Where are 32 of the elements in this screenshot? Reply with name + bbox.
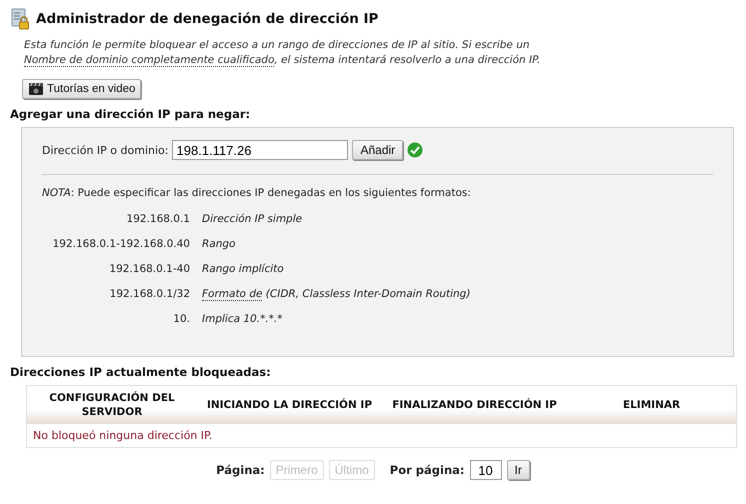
column-header: CONFIGURACIÓN DEL SERVIDOR: [48, 391, 176, 419]
column-header: INICIANDO LA DIRECCIÓN IP: [206, 398, 374, 412]
go-button[interactable]: Ir: [506, 460, 530, 480]
description-text: Esta función le permite bloquear el acceso a un rango de direcciones de IP al sitio. Si escribe un Nombre de dominio completamente cualificado, el sistema intentará resolverlo a una dirección IP.: [24, 38, 542, 68]
format-example: 192.168.0.1-40: [108, 262, 190, 277]
note-text: NOTA: Puede especificar las direcciones IP denegadas en los siguientes formatos:: [42, 187, 472, 199]
add-button[interactable]: Añadir: [352, 140, 404, 160]
per-page-label: Por página:: [390, 463, 464, 477]
empty-message: No bloqueó ninguna dirección IP.: [32, 428, 214, 444]
format-description: Dirección IP simple: [202, 212, 304, 227]
format-example: 192.168.0.1: [126, 212, 190, 227]
format-example: 192.168.0.1/32: [108, 287, 190, 302]
section-heading: Direcciones IP actualmente bloqueadas:: [10, 365, 272, 379]
video-tutorials-button[interactable]: Tutorías en video: [22, 79, 142, 99]
help-link[interactable]: Nombre de dominio completamente cualificado: [24, 54, 274, 67]
format-example: 10.: [172, 312, 190, 327]
format-description: Formato de (CIDR, Classless Inter-Domain Routing): [202, 287, 472, 302]
section-heading: Agregar una dirección IP para negar:: [10, 107, 252, 121]
per-page-field[interactable]: 10: [470, 460, 502, 480]
format-description: Rango: [202, 237, 236, 252]
page-title: Administrador de denegación de dirección IP: [36, 11, 378, 27]
column-header: FINALIZANDO DIRECCIÓN IP: [391, 398, 558, 412]
server-lock-icon: [10, 8, 30, 30]
format-description: Implica 10.*.*.*: [202, 312, 284, 327]
field-label: Dirección IP o dominio:: [42, 144, 168, 156]
format-description: Rango implícito: [202, 262, 285, 277]
format-example: 192.168.0.1-192.168.0.40: [52, 237, 190, 252]
camera-icon: [28, 82, 44, 96]
page-label: Página:: [216, 463, 265, 477]
format-link[interactable]: Formato de: [202, 288, 262, 301]
column-header: ELIMINAR: [622, 398, 682, 412]
ip-input-field[interactable]: 198.1.117.26: [172, 140, 348, 160]
